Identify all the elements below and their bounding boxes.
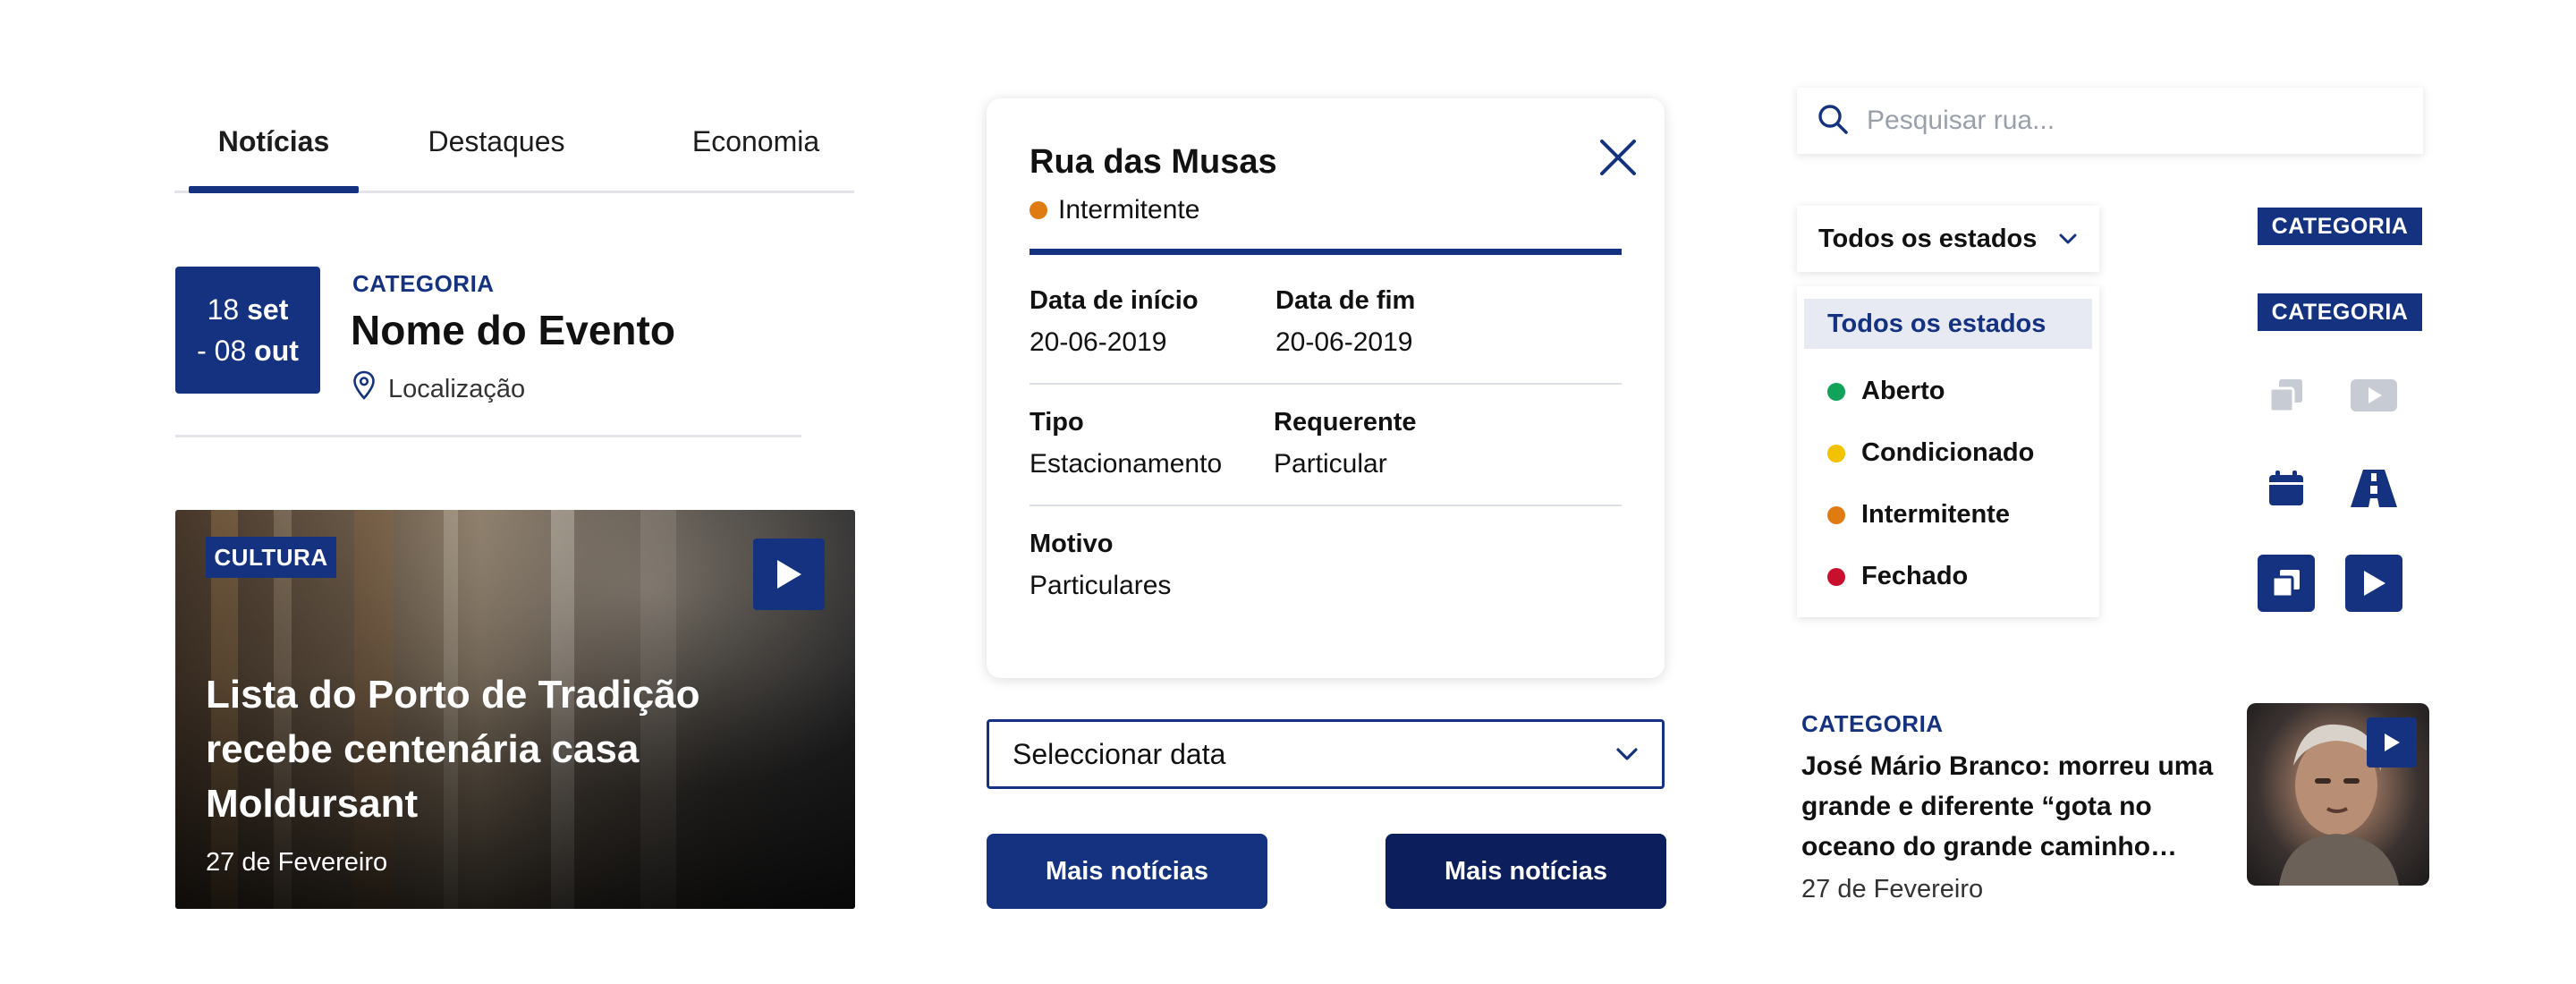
event-location-text: Localização — [388, 374, 526, 403]
side-news-title[interactable]: José Mário Branco: morreu uma grande e d… — [1801, 746, 2227, 867]
status-filter-select[interactable]: Todos os estados — [1797, 206, 2099, 272]
chevron-down-icon — [2059, 233, 2077, 244]
status-option-label: Condicionado — [1861, 438, 2035, 467]
video-outline-icon[interactable] — [2345, 367, 2402, 424]
status-dot-yellow — [1827, 444, 1845, 462]
category-badge-hover[interactable]: CATEGORIA — [2258, 293, 2422, 331]
status-option-aberto[interactable]: Aberto — [1804, 361, 2092, 422]
more-news-button[interactable]: Mais notícias — [987, 834, 1267, 909]
event-divider — [175, 435, 801, 437]
requester-label: Requerente — [1274, 408, 1417, 437]
status-filter-value: Todos os estados — [1818, 224, 2038, 253]
status-dot-red — [1827, 567, 1845, 586]
end-date-label: Data de fim — [1275, 286, 1416, 315]
reason-value: Particulares — [1030, 571, 1172, 600]
search-input[interactable] — [1867, 106, 2385, 136]
status-option-intermitente[interactable]: Intermitente — [1804, 484, 2092, 546]
side-news-date: 27 de Fevereiro — [1801, 875, 1984, 903]
status-option-label: Todos os estados — [1827, 309, 2046, 338]
side-news-category[interactable]: CATEGORIA — [1801, 710, 1944, 738]
news-date: 27 de Fevereiro — [206, 848, 388, 877]
requester-value: Particular — [1274, 449, 1387, 479]
side-news-thumbnail[interactable] — [2247, 703, 2429, 886]
featured-news-card[interactable]: CULTURA Lista do Porto de Tradição receb… — [175, 510, 855, 909]
gallery-outline-icon[interactable] — [2258, 367, 2315, 424]
road-icon[interactable] — [2345, 460, 2402, 517]
status-filter-menu: Todos os estados Aberto Condicionado Int… — [1797, 286, 2099, 617]
calendar-icon[interactable] — [2258, 460, 2315, 517]
street-search — [1797, 88, 2423, 154]
status-dot-green — [1827, 382, 1845, 401]
event-date-end: - 08 out — [197, 335, 299, 367]
field-divider — [1030, 505, 1622, 506]
event-category[interactable]: CATEGORIA — [352, 270, 495, 298]
type-value: Estacionamento — [1030, 449, 1223, 479]
street-title: Rua das Musas — [1030, 143, 1277, 181]
start-date-label: Data de início — [1030, 286, 1199, 315]
status-option-todos[interactable]: Todos os estados — [1804, 299, 2092, 349]
date-select-label: Seleccionar data — [1013, 737, 1226, 770]
close-icon — [1600, 140, 1636, 175]
news-category-badge: CULTURA — [206, 537, 336, 578]
event-location: Localização — [352, 370, 525, 408]
street-status-label: Intermitente — [1058, 195, 1200, 225]
street-status: Intermitente — [1030, 195, 1199, 225]
play-video-button[interactable] — [2367, 717, 2417, 768]
play-filled-icon[interactable] — [2345, 555, 2402, 612]
status-option-fechado[interactable]: Fechado — [1804, 546, 2092, 607]
type-label: Tipo — [1030, 408, 1084, 437]
start-date-value: 20-06-2019 — [1030, 327, 1167, 357]
category-badge[interactable]: CATEGORIA — [2258, 208, 2422, 245]
gallery-filled-icon[interactable] — [2258, 555, 2315, 612]
tab-economia[interactable]: Economia — [668, 125, 843, 158]
active-tab-indicator — [189, 186, 359, 193]
news-tabs: Notícias Destaques Economia — [174, 98, 854, 193]
location-pin-icon — [352, 370, 376, 408]
event-title[interactable]: Nome do Evento — [351, 306, 675, 354]
close-button[interactable] — [1591, 131, 1645, 184]
status-dot-orange — [1827, 505, 1845, 524]
street-info-card: Rua das Musas Intermitente Data de iníci… — [987, 98, 1665, 678]
news-headline[interactable]: Lista do Porto de Tradição recebe centen… — [206, 667, 778, 831]
tab-destaques[interactable]: Destaques — [409, 125, 584, 158]
chevron-down-icon — [1616, 748, 1638, 760]
status-option-condicionado[interactable]: Condicionado — [1804, 422, 2092, 484]
search-icon — [1817, 103, 1849, 140]
card-header-divider — [1030, 249, 1622, 255]
end-date-value: 20-06-2019 — [1275, 327, 1413, 357]
tab-noticias[interactable]: Notícias — [189, 125, 359, 158]
play-video-button[interactable] — [753, 539, 825, 610]
reason-label: Motivo — [1030, 530, 1114, 558]
status-dot — [1030, 201, 1047, 219]
play-icon — [2385, 734, 2400, 751]
field-divider — [1030, 383, 1622, 385]
status-option-label: Intermitente — [1861, 500, 2010, 529]
event-date-start: 18 set — [207, 293, 289, 326]
event-date-badge: 18 set - 08 out — [175, 267, 320, 394]
status-option-label: Aberto — [1861, 377, 1945, 405]
status-option-label: Fechado — [1861, 562, 1969, 590]
date-select[interactable]: Seleccionar data — [987, 719, 1665, 789]
play-icon — [777, 560, 801, 589]
more-news-button-hover[interactable]: Mais notícias — [1385, 834, 1666, 909]
